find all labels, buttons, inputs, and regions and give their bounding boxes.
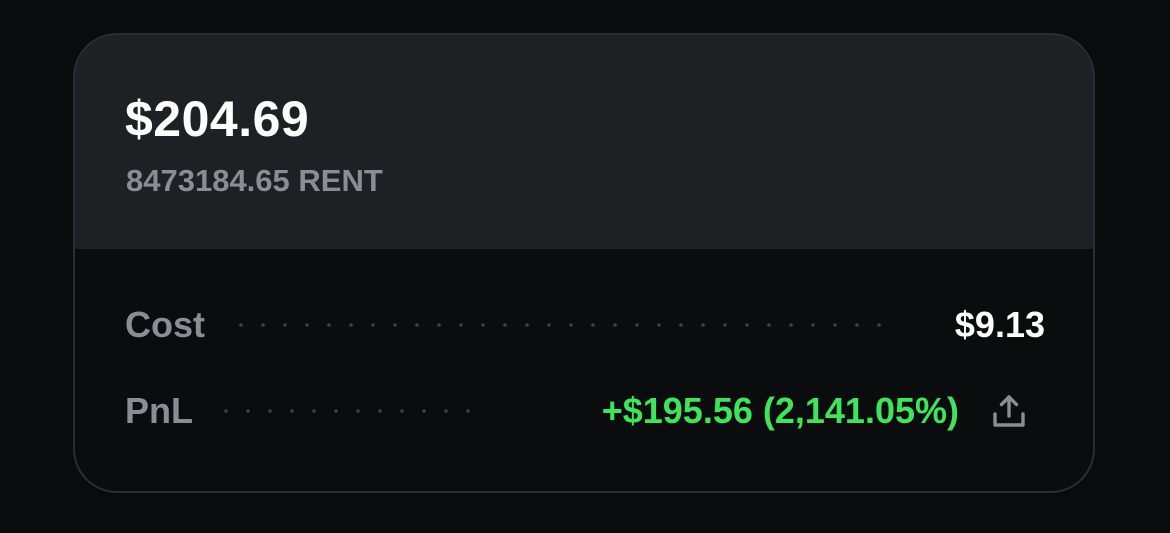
pnl-label: PnL xyxy=(125,390,193,431)
pnl-row: PnL +$195.56 (2,141.05%) xyxy=(125,387,1045,435)
pnl-value: +$195.56 (2,141.05%) xyxy=(601,390,959,431)
cost-label: Cost xyxy=(125,304,205,345)
balance-token-amount: 8473184.65 RENT xyxy=(126,163,383,198)
cost-value: $9.13 xyxy=(954,304,1045,345)
balance-section: $204.69 8473184.65 RENT xyxy=(75,35,1093,249)
position-card: $204.69 8473184.65 RENT Cost $9.13 PnL +… xyxy=(73,33,1095,493)
share-button[interactable] xyxy=(987,389,1031,433)
share-icon xyxy=(993,395,1025,427)
dotted-leader xyxy=(215,409,485,413)
balance-usd-value: $204.69 xyxy=(125,91,310,147)
dotted-leader xyxy=(230,323,890,327)
cost-row: Cost $9.13 xyxy=(125,301,1045,349)
